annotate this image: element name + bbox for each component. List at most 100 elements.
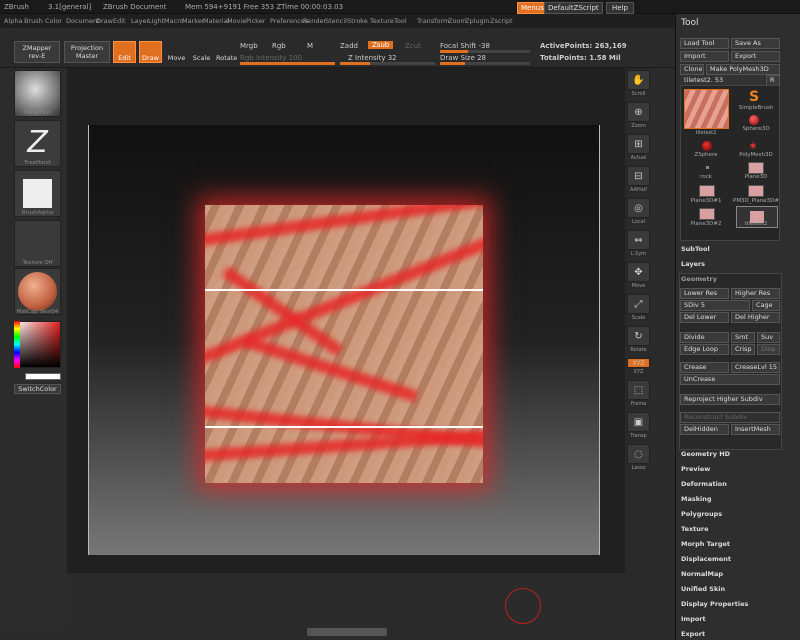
- section-normalmap[interactable]: NormalMap: [681, 570, 723, 578]
- geometry-section[interactable]: Geometry: [681, 275, 717, 283]
- switch-color-button[interactable]: SwitchColor: [14, 384, 61, 394]
- xyz-icon[interactable]: XYZ: [627, 358, 650, 368]
- smt-toggle[interactable]: Smt: [731, 332, 755, 343]
- projection-master-button[interactable]: Projection Master: [64, 41, 110, 63]
- reconstruct-button[interactable]: Reconstruct Subdiv: [680, 412, 780, 423]
- menu-texture[interactable]: Texture: [370, 17, 394, 25]
- z-intensity-slider[interactable]: Z Intensity 32: [348, 54, 397, 62]
- zcut-toggle[interactable]: Zcut: [405, 42, 421, 50]
- tool-thumb-tiletest2[interactable]: [684, 89, 729, 129]
- lsym-icon[interactable]: ⇔: [627, 230, 650, 250]
- rotate-button[interactable]: Rotate: [215, 41, 238, 63]
- section-import[interactable]: Import: [681, 615, 706, 623]
- section-preview[interactable]: Preview: [681, 465, 710, 473]
- rotate-icon[interactable]: ↻: [627, 326, 650, 346]
- higher-res-button[interactable]: Higher Res: [731, 288, 780, 299]
- menu-edit[interactable]: Edit: [113, 17, 126, 25]
- crease-level-slider[interactable]: CreaseLvl 15: [731, 362, 780, 373]
- menu-stroke[interactable]: Stroke: [347, 17, 368, 25]
- secondary-color-swatch[interactable]: [25, 373, 61, 380]
- menu-render[interactable]: Render: [303, 17, 326, 25]
- rgb-intensity-slider[interactable]: Rgb Intensity 100: [240, 54, 302, 62]
- frame-icon[interactable]: ⬚: [627, 380, 650, 400]
- sphere3d-icon[interactable]: [749, 115, 759, 125]
- section-display-properties[interactable]: Display Properties: [681, 600, 748, 608]
- clone-button[interactable]: Clone: [680, 64, 704, 75]
- pm3d-plane3d-icon[interactable]: [748, 185, 764, 197]
- import-button[interactable]: Import: [680, 51, 729, 62]
- plane3d-icon[interactable]: [748, 162, 764, 174]
- menu-movie[interactable]: Movie: [227, 17, 246, 25]
- menu-document[interactable]: Document: [66, 17, 100, 25]
- del-higher-button[interactable]: Del Higher: [731, 312, 780, 323]
- menu-brush[interactable]: Brush: [24, 17, 43, 25]
- transp-icon[interactable]: ▣: [627, 412, 650, 432]
- canvas-scroll-handle[interactable]: [307, 628, 387, 636]
- section-deformation[interactable]: Deformation: [681, 480, 727, 488]
- section-polygroups[interactable]: Polygroups: [681, 510, 722, 518]
- menu-alpha[interactable]: Alpha: [4, 17, 22, 25]
- rgb-toggle[interactable]: Rgb: [272, 42, 286, 50]
- material-thumbnail[interactable]: [14, 268, 61, 315]
- section-geometry-hd[interactable]: Geometry HD: [681, 450, 730, 458]
- make-polymesh-button[interactable]: Make PolyMesh3D: [706, 64, 780, 75]
- zsphere-icon[interactable]: [702, 141, 712, 151]
- help-button[interactable]: Help: [606, 2, 634, 14]
- menu-color[interactable]: Color: [45, 17, 62, 25]
- crease-button[interactable]: Crease: [680, 362, 729, 373]
- menu-zscript[interactable]: Zscript: [490, 17, 513, 25]
- menu-zoom[interactable]: Zoom: [448, 17, 467, 25]
- zmapper-button[interactable]: ZMapper rev-E: [14, 41, 60, 63]
- insertmesh-button[interactable]: InsertMesh: [731, 424, 780, 435]
- aahalf-icon[interactable]: ⊟: [627, 166, 650, 186]
- plane3d-1-icon[interactable]: [699, 185, 715, 197]
- export-button[interactable]: Export: [731, 51, 780, 62]
- menu-material[interactable]: Material: [203, 17, 229, 25]
- section-morph-target[interactable]: Morph Target: [681, 540, 730, 548]
- scale-icon[interactable]: ⤢: [627, 294, 650, 314]
- default-zscript-button[interactable]: DefaultZScript: [544, 2, 603, 14]
- focal-shift-slider[interactable]: Focal Shift -38: [440, 42, 490, 50]
- color-picker[interactable]: [14, 321, 61, 368]
- edge-loop-button[interactable]: Edge Loop: [680, 344, 729, 355]
- zoom-icon[interactable]: ⊕: [627, 102, 650, 122]
- lasso-icon[interactable]: ◌: [627, 444, 650, 464]
- move-button[interactable]: Move: [165, 41, 188, 63]
- draw-button[interactable]: Draw: [139, 41, 162, 63]
- del-lower-button[interactable]: Del Lower: [680, 312, 729, 323]
- menu-tool[interactable]: Tool: [394, 17, 407, 25]
- hue-strip[interactable]: [14, 321, 20, 368]
- section-masking[interactable]: Masking: [681, 495, 712, 503]
- load-tool-button[interactable]: Load Tool: [680, 38, 729, 49]
- reproject-button[interactable]: Reproject Higher Subdiv: [680, 394, 780, 405]
- scale-button[interactable]: Scale: [190, 41, 213, 63]
- mrgb-toggle[interactable]: Mrgb: [240, 42, 258, 50]
- menu-draw[interactable]: Draw: [96, 17, 113, 25]
- simplebrush-icon[interactable]: S: [749, 89, 759, 105]
- menu-layer[interactable]: Layer: [131, 17, 149, 25]
- plane3d-2-icon[interactable]: [699, 208, 715, 220]
- crisp-toggle[interactable]: Crisp: [731, 344, 755, 355]
- actual-icon[interactable]: ⊞: [627, 134, 650, 154]
- menu-picker[interactable]: Picker: [246, 17, 265, 25]
- subtool-section[interactable]: SubTool: [681, 245, 710, 253]
- menu-transform[interactable]: Transform: [417, 17, 449, 25]
- move-icon[interactable]: ✥: [627, 262, 650, 282]
- section-texture[interactable]: Texture: [681, 525, 709, 533]
- disp-toggle[interactable]: Disp: [757, 344, 780, 355]
- m-toggle[interactable]: M: [307, 42, 313, 50]
- uncrease-button[interactable]: UnCrease: [680, 374, 780, 385]
- local-icon[interactable]: ◎: [627, 198, 650, 218]
- hand-icon[interactable]: ✋: [627, 70, 650, 90]
- menu-stencil[interactable]: Stencil: [325, 17, 347, 25]
- menu-zplugin[interactable]: Zplugin: [465, 17, 490, 25]
- edit-button[interactable]: Edit: [113, 41, 136, 63]
- rock-icon[interactable]: [706, 166, 709, 169]
- polymesh3d-icon[interactable]: ✶: [748, 139, 758, 153]
- zadd-toggle[interactable]: Zadd: [340, 42, 358, 50]
- draw-size-slider[interactable]: Draw Size 28: [440, 54, 486, 62]
- save-as-button[interactable]: Save As: [731, 38, 780, 49]
- menu-marker[interactable]: Marker: [182, 17, 204, 25]
- lower-res-button[interactable]: Lower Res: [680, 288, 729, 299]
- section-displacement[interactable]: Displacement: [681, 555, 731, 563]
